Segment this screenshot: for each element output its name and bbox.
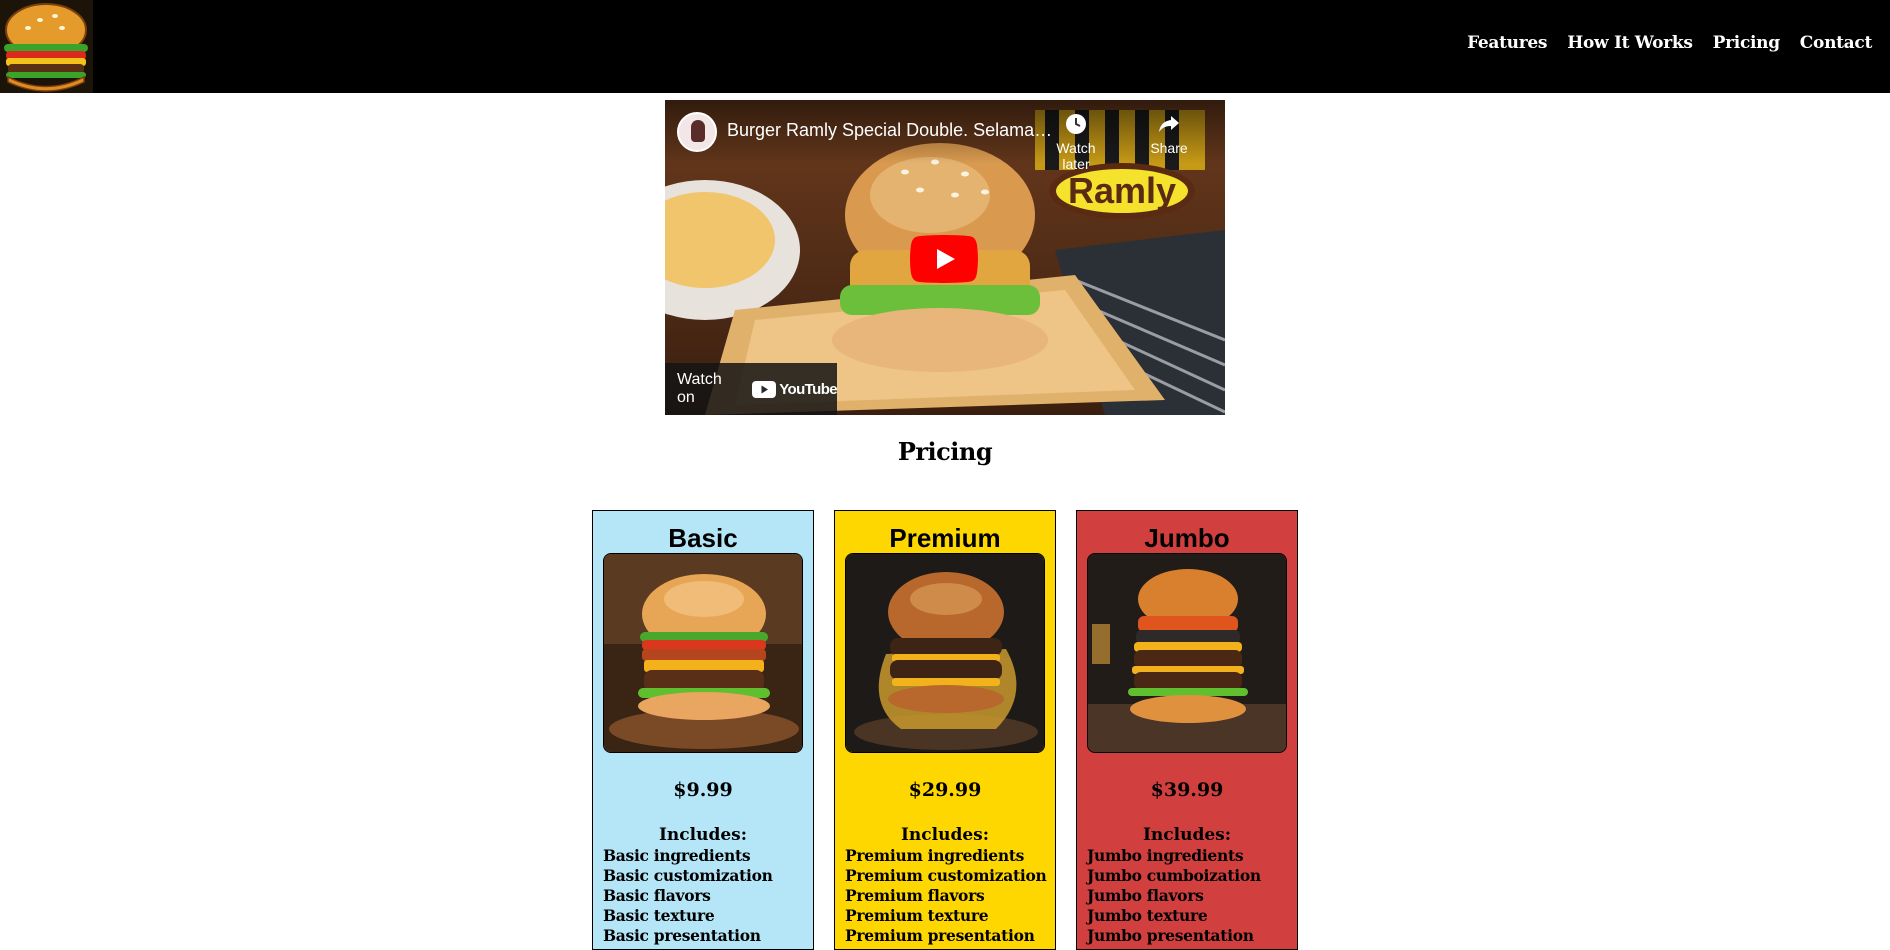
share-icon — [1159, 116, 1179, 132]
feature-item: Basic customization — [603, 866, 773, 885]
pricing-card-basic: Basic $9.99 Includes: Basic ingredients … — [592, 510, 814, 950]
jumbo-burger-image — [1087, 553, 1287, 753]
channel-avatar[interactable] — [677, 112, 717, 152]
feature-item: Jumbo ingredients — [1087, 846, 1244, 865]
feature-list: Jumbo ingredients Jumbo cumboization Jum… — [1087, 846, 1261, 946]
watch-on-youtube-button[interactable]: Watch on YouTube — [665, 363, 838, 415]
feature-item: Premium flavors — [845, 886, 985, 905]
watch-on-label: Watch on — [677, 371, 722, 406]
feature-item: Jumbo flavors — [1087, 886, 1204, 905]
feature-item: Jumbo texture — [1087, 906, 1208, 925]
plan-name: Premium — [889, 523, 1001, 553]
svg-text:Ramly: Ramly — [1068, 170, 1176, 211]
includes-label: Includes: — [900, 825, 990, 845]
premium-burger-image — [845, 553, 1045, 753]
burger-logo-icon[interactable] — [0, 0, 93, 93]
plan-price: $9.99 — [673, 779, 733, 801]
plan-name: Basic — [668, 523, 738, 553]
feature-item: Basic ingredients — [603, 846, 751, 865]
plan-name: Jumbo — [1144, 523, 1230, 553]
youtube-wordmark: YouTube — [779, 380, 837, 398]
youtube-icon — [752, 380, 777, 398]
pricing-card-premium: Premium $29.99 Includes: Premium ingredi… — [834, 510, 1056, 950]
feature-item: Jumbo presentation — [1087, 926, 1254, 945]
youtube-logo: YouTube — [752, 380, 838, 398]
includes-label: Includes: — [1142, 825, 1232, 845]
feature-item: Basic flavors — [603, 886, 711, 905]
feature-item: Premium ingredients — [845, 846, 1025, 865]
plan-price: $29.99 — [908, 779, 982, 801]
watch-later-button[interactable]: Watch later — [1041, 112, 1111, 172]
nav-link-pricing[interactable]: Pricing — [1713, 33, 1780, 53]
basic-burger-image — [603, 553, 803, 753]
nav-link-contact[interactable]: Contact — [1800, 33, 1873, 53]
plan-price: $39.99 — [1150, 779, 1224, 801]
site-header: Features How It Works Pricing Contact — [0, 0, 1890, 93]
clock-icon — [1066, 114, 1086, 134]
feature-item: Basic texture — [603, 906, 715, 925]
feature-item: Basic presentation — [603, 926, 761, 945]
youtube-video-embed[interactable]: Ramly Burger Ramly Special Double. Selam… — [665, 100, 1225, 415]
main-nav: Features How It Works Pricing Contact — [1467, 0, 1872, 86]
feature-list: Basic ingredients Basic customization Ba… — [603, 846, 773, 946]
watch-later-label: Watch later — [1056, 140, 1096, 172]
feature-item: Premium presentation — [845, 926, 1035, 945]
nav-link-how-it-works[interactable]: How It Works — [1567, 33, 1693, 53]
share-button[interactable]: Share — [1141, 112, 1197, 156]
play-icon[interactable] — [910, 235, 978, 283]
video-title[interactable]: Burger Ramly Special Double. Selamat Men… — [727, 120, 1057, 141]
feature-item: Premium texture — [845, 906, 989, 925]
feature-list: Premium ingredients Premium customizatio… — [845, 846, 1047, 946]
feature-item: Premium customization — [845, 866, 1047, 885]
feature-item: Jumbo cumboization — [1087, 866, 1261, 885]
pricing-heading: Pricing — [897, 437, 993, 466]
nav-link-features[interactable]: Features — [1467, 33, 1547, 53]
share-label: Share — [1150, 140, 1188, 156]
includes-label: Includes: — [658, 825, 748, 845]
pricing-card-jumbo: Jumbo $39.99 Includes: Jumbo ingredients… — [1076, 510, 1298, 950]
